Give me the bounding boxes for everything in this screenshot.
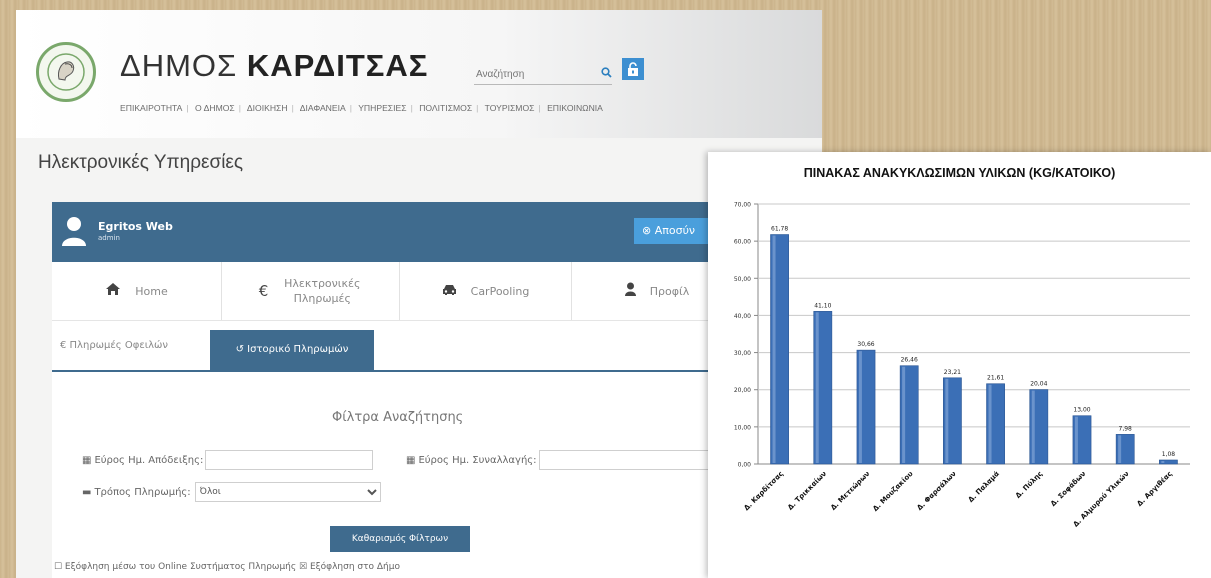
site-header: ΔΗΜΟΣ ΚΑΡΔΙΤΣΑΣ ΕΠΙΚΑΙΡΟΤΗΤΑ| Ο ΔΗΜΟΣ| Δ… [16,10,822,138]
page-title: Ηλεκτρονικές Υπηρεσίες [38,152,244,173]
municipality-logo[interactable] [36,42,96,102]
recycling-bar-chart: 0,00 10,00 20,00 30,00 40,00 50,00 60,00 70,00 6… [734,202,1190,529]
tab-e-payments[interactable]: € Ηλεκτρονικές Πληρωμές [222,262,400,320]
bar-value-label: 26,46 [901,357,918,364]
bar-value-label: 7,98 [1119,425,1133,432]
x-tick-label: Δ. Αργιθέας [1136,470,1174,508]
bar-highlight [772,235,776,463]
legend-text: ☐ Εξόφληση μέσω του Online Συστήματος Πλ… [54,562,400,572]
bar-highlight [1161,460,1165,463]
unlock-login-button[interactable] [622,58,644,80]
nav-item-transparency[interactable]: ΔΙΑΦΑΝΕΙΑ [300,103,346,113]
tab-home[interactable]: Home [52,262,222,320]
transaction-date-range-row: ▦ Εύρος Ημ. Συναλλαγής: [406,450,709,470]
service-tabs: Home € Ηλεκτρονικές Πληρωμές CarPooling … [52,262,742,321]
x-tick-label: Δ. Τρικκαίων [786,470,828,512]
tab-carpooling[interactable]: CarPooling [400,262,572,320]
website-screenshot: ΔΗΜΟΣ ΚΑΡΔΙΤΣΑΣ ΕΠΙΚΑΙΡΟΤΗΤΑ| Ο ΔΗΜΟΣ| Δ… [16,10,822,578]
receipt-date-range-input[interactable] [205,450,374,470]
x-tick-label: Δ. Παλαμά [967,470,1001,504]
transaction-date-range-input[interactable] [538,450,709,470]
car-icon [442,282,457,300]
payment-method-row: ▬ Τρόπος Πληρωμής: Όλοι [82,482,381,502]
tab-profile-label: Προφίλ [649,284,690,298]
nav-item-culture[interactable]: ΠΟΛΙΤΙΣΜΟΣ [419,103,472,113]
bar-highlight [858,351,862,463]
bar-highlight [1031,390,1035,463]
money-icon: ▬ [82,486,92,498]
filters-title: Φίλτρα Αναζήτησης [332,410,464,425]
nav-item-services[interactable]: ΥΠΗΡΕΣΙΕΣ [358,103,406,113]
site-title-light: ΔΗΜΟΣ [120,48,238,83]
bar-value-label: 41,10 [814,302,831,309]
unlock-icon [628,61,638,76]
tab-home-label: Home [135,284,168,298]
main-nav: ΕΠΙΚΑΙΡΟΤΗΤΑ | Ο ΔΗΜΟΣ | ΔΙΟΙΚΗΣΗ | ΔΙΑΦΑΝΕ… [120,103,603,113]
receipt-date-range-row: ▦ Εύρος Ημ. Απόδειξης: [82,450,374,470]
nav-item-administration[interactable]: ΔΙΟΙΚΗΣΗ [247,103,288,113]
tab-e-payments-label: Ηλεκτρονικές Πληρωμές [284,277,361,305]
bar-highlight [815,312,819,463]
bar-highlight [988,384,992,463]
y-tick-label: 60,00 [734,239,751,246]
y-tick-label: 30,00 [734,350,751,357]
x-tick-label: Δ. Μουζακίου [871,470,914,513]
payment-method-label: Τρόπος Πληρωμής: [94,486,191,498]
nav-item-contact[interactable]: ΕΠΙΚΟΙΝΩΝΙΑ [547,103,603,113]
bar-value-label: 20,04 [1030,381,1047,388]
y-tick-label: 50,00 [734,276,751,283]
bar-highlight [945,378,949,463]
bar-value-label: 13,00 [1073,407,1090,414]
calendar-icon: ▦ [406,454,416,466]
x-tick-label: Δ. Μετεώρων [829,470,871,512]
x-tick-label: Δ. Φαρσάλων [916,470,958,512]
eservices-panel: Egritos Web admin ⊗ Αποσύν Home € Ηλεκτρ… [52,202,742,578]
transaction-date-range-label: Εύρος Ημ. Συναλλαγής: [418,454,537,466]
y-tick-label: 20,00 [734,387,751,394]
y-tick-label: 0,00 [738,462,752,469]
payment-method-select[interactable]: Όλοι [194,482,381,502]
bar-value-label: 21,61 [987,375,1004,382]
bar-highlight [1118,435,1122,463]
bar-highlight [902,366,906,463]
user-bar: Egritos Web admin ⊗ Αποσύν [52,202,742,262]
user-name: Egritos Web [98,220,173,233]
bar-value-label: 1,08 [1162,451,1176,458]
tab-payment-history[interactable]: ↺ Ιστορικό Πληρωμών [210,330,374,370]
user-avatar-icon [62,217,86,246]
bar-highlight [1074,416,1078,463]
site-title[interactable]: ΔΗΜΟΣ ΚΑΡΔΙΤΣΑΣ [120,48,428,84]
user-role: admin [98,234,120,242]
clear-filters-button[interactable]: Καθαρισμός Φίλτρων [330,526,470,552]
euro-icon: € [258,282,269,300]
search-input[interactable] [474,67,588,81]
nav-item-tourism[interactable]: ΤΟΥΡΙΣΜΟΣ [485,103,535,113]
bar-value-label: 30,66 [857,341,874,348]
search-box [474,64,612,85]
home-icon [105,282,121,300]
x-tick-label: Δ. Σοφάδων [1049,470,1087,508]
y-tick-label: 10,00 [734,424,751,431]
receipt-date-range-label: Εύρος Ημ. Απόδειξης: [94,454,204,466]
search-icon[interactable] [601,67,612,81]
x-tick-label: Δ. Πύλης [1014,470,1044,500]
x-tick-label: Δ. Καρδίτσας [742,470,785,513]
payment-subtabs: € Πληρωμές Οφειλών ↺ Ιστορικό Πληρωμών [52,330,742,372]
bar-value-label: 61,78 [771,226,788,233]
site-title-bold: ΚΑΡΔΙΤΣΑΣ [246,48,429,83]
user-icon [624,282,636,300]
recycling-chart-card: ΠΙΝΑΚΑΣ ΑΝΑΚΥΚΛΩΣΙΜΩΝ ΥΛΙΚΩΝ (KG/ΚΑΤΟΙΚΟ… [708,152,1211,578]
calendar-icon: ▦ [82,454,92,466]
logo-emblem-icon [47,53,85,91]
tab-debt-payments[interactable]: € Πληρωμές Οφειλών [60,340,168,351]
y-tick-label: 70,00 [734,202,751,209]
y-tick-label: 40,00 [734,313,751,320]
tab-carpooling-label: CarPooling [470,284,530,298]
nav-item-municipality[interactable]: Ο ΔΗΜΟΣ [195,103,235,113]
nav-item-news[interactable]: ΕΠΙΚΑΙΡΟΤΗΤΑ [120,103,182,113]
bar-value-label: 23,21 [944,369,961,376]
